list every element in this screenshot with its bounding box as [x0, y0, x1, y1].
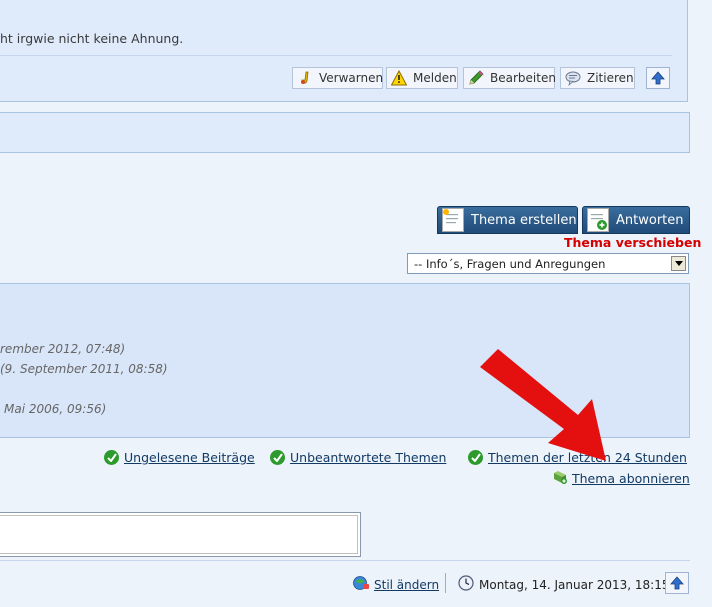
quote-button[interactable]: Zitieren — [560, 67, 635, 89]
warn-icon — [297, 70, 313, 86]
info-line-2: (9. September 2011, 08:58) — [0, 362, 168, 376]
info-line-3: Mai 2006, 09:56) — [4, 402, 107, 416]
edit-button[interactable]: Bearbeiten — [463, 67, 556, 89]
datetime-label: Montag, 14. Januar 2013, 18:15 — [479, 577, 670, 592]
board-select[interactable]: -- Info´s, Fragen und Anregungen — [407, 253, 689, 274]
unanswered-label: Unbeantwortete Themen — [290, 450, 447, 465]
board-select-value: -- Info´s, Fragen und Anregungen — [414, 257, 606, 271]
footer-separator — [0, 560, 690, 561]
footer-divider — [445, 573, 446, 593]
post-separator — [0, 55, 672, 56]
reply-label: Antworten — [616, 212, 684, 228]
report-button[interactable]: Melden — [386, 67, 458, 89]
up-arrow-icon — [651, 71, 665, 85]
datetime: Montag, 14. Januar 2013, 18:15 — [458, 575, 669, 594]
quote-icon — [565, 70, 581, 87]
warn-label: Verwarnen — [319, 71, 384, 85]
new-topic-label: Thema erstellen — [471, 212, 577, 228]
new-topic-icon — [442, 208, 464, 232]
info-line-1: rember 2012, 07:48) — [0, 342, 126, 356]
report-label: Melden — [413, 71, 457, 85]
unanswered-link[interactable]: Unbeantwortete Themen — [270, 450, 446, 465]
post-text: ht irgwie nicht keine Ahnung. — [0, 31, 184, 46]
change-style-link[interactable]: Stil ändern — [352, 575, 439, 594]
footer-scroll-top-button[interactable] — [665, 572, 689, 594]
edit-icon — [468, 70, 484, 86]
reply-button[interactable]: Antworten — [582, 206, 690, 234]
up-arrow-icon — [670, 576, 684, 590]
clock-icon — [458, 575, 474, 594]
move-topic-link[interactable]: Thema verschieben — [564, 235, 701, 250]
scroll-top-button[interactable] — [646, 67, 670, 89]
edit-label: Bearbeiten — [490, 71, 556, 85]
unread-link[interactable]: Ungelesene Beiträge — [104, 450, 255, 465]
new-topic-button[interactable]: Thema erstellen — [437, 206, 578, 234]
check-icon — [270, 450, 285, 465]
check-icon — [104, 450, 119, 465]
style-icon — [352, 575, 370, 594]
change-style-label: Stil ändern — [374, 577, 440, 592]
warn-button[interactable]: Verwarnen — [292, 67, 383, 89]
jump-box — [0, 512, 361, 557]
annotation-arrow — [480, 349, 606, 461]
unread-label: Ungelesene Beiträge — [124, 450, 255, 465]
dropdown-arrow-icon[interactable] — [671, 256, 686, 271]
reply-icon — [587, 208, 609, 232]
quote-label: Zitieren — [587, 71, 634, 85]
report-icon — [390, 69, 408, 86]
post-footer-bar — [0, 112, 690, 153]
